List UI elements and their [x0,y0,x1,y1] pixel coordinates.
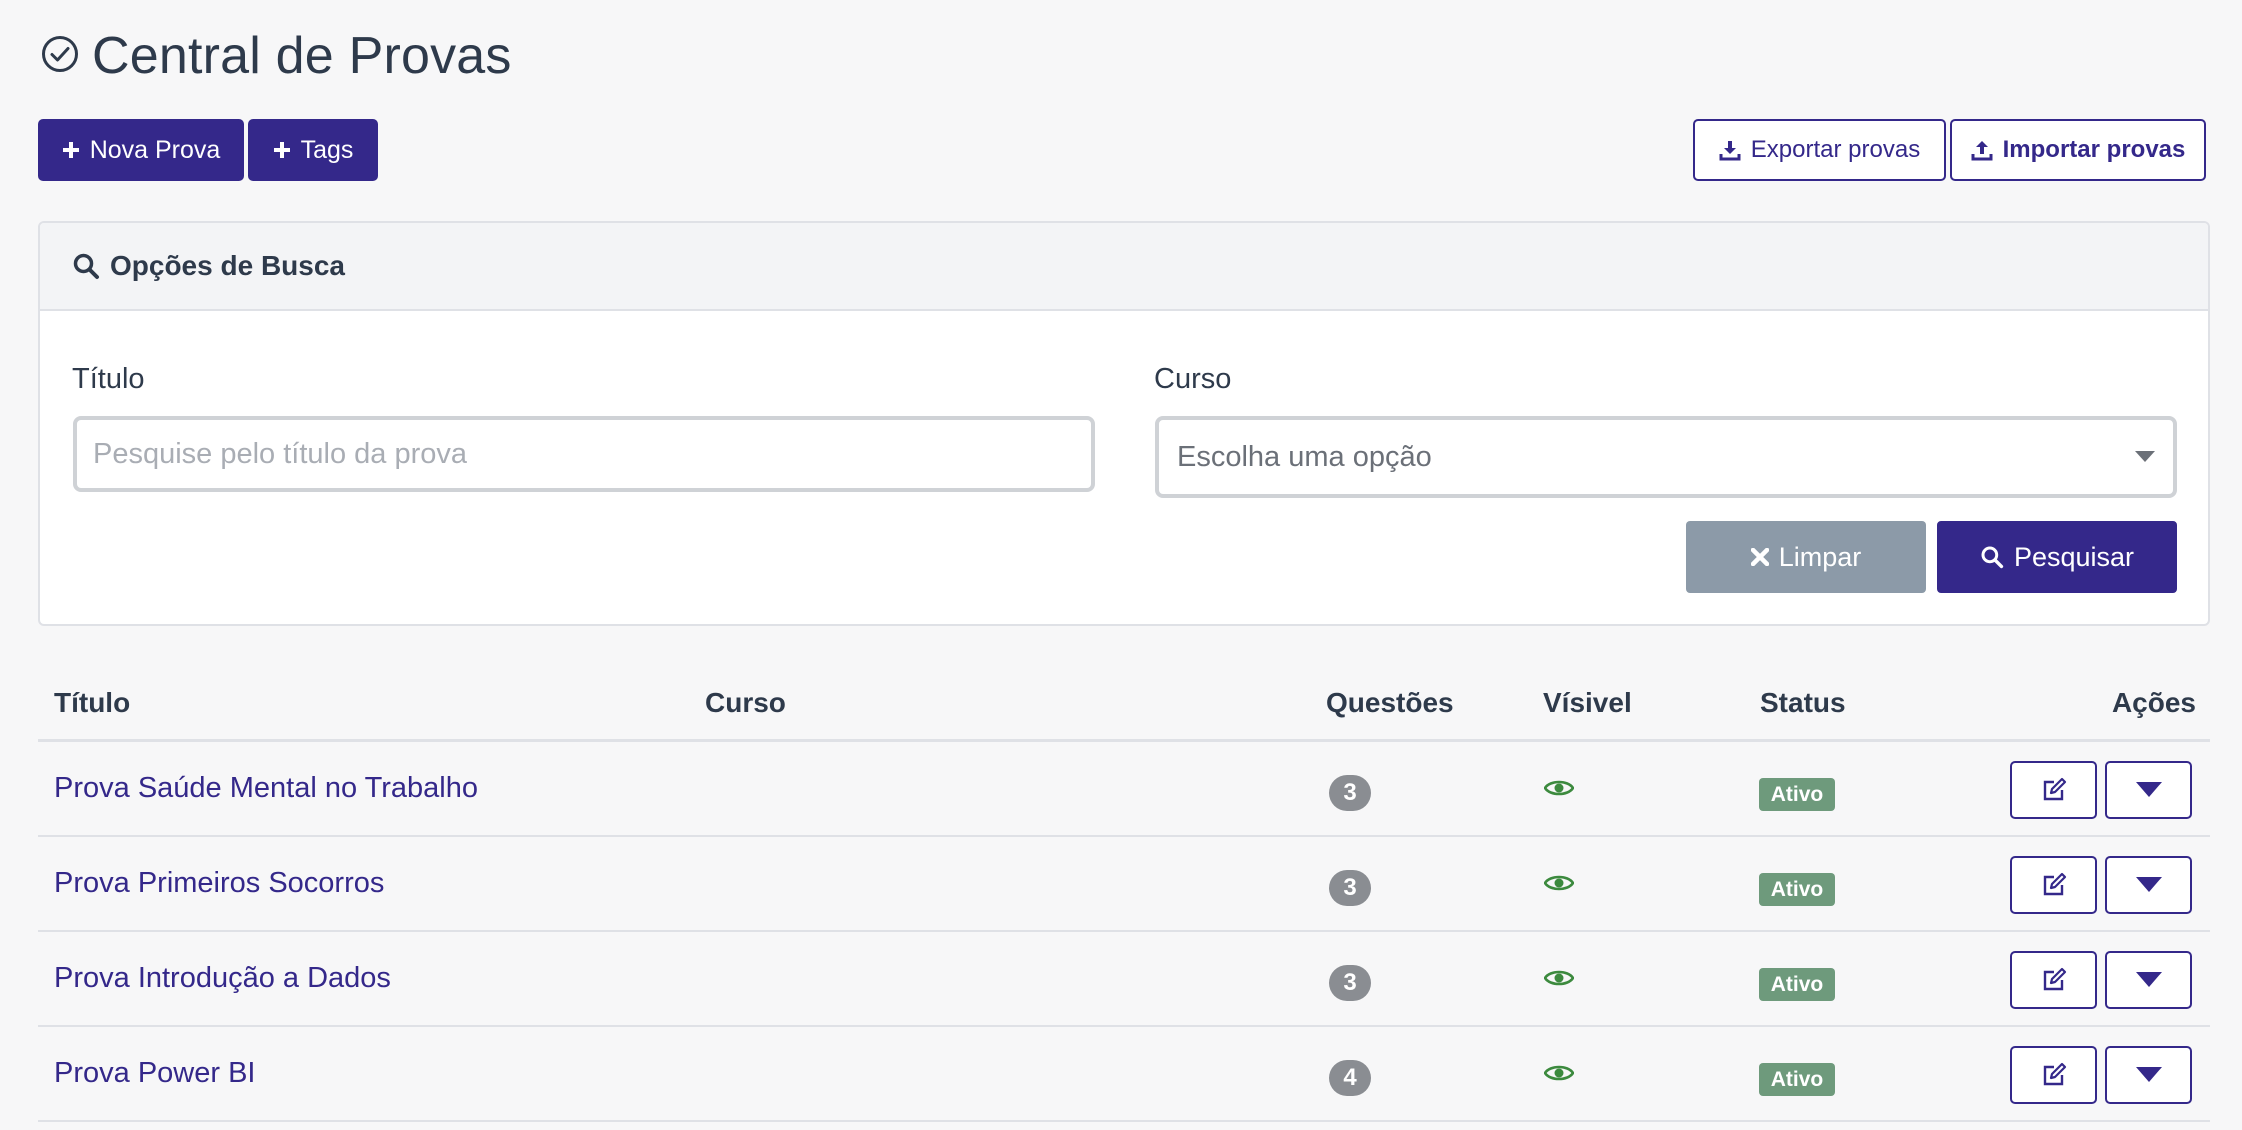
column-header-title: Título [54,687,131,718]
title-field-label: Título [72,363,145,395]
edit-icon [2043,967,2066,991]
column-header-course: Curso [705,687,786,718]
export-exams-button[interactable]: Exportar provas [1693,119,1946,181]
course-select-value: Escolha uma opção [1177,440,1432,473]
import-exams-button[interactable]: Importar provas [1950,119,2206,181]
plus-icon [273,142,290,158]
new-exam-button[interactable]: Nova Prova [38,119,244,181]
exams-table: Título Curso Questões Vísivel Status Açõ… [38,665,2210,1122]
caret-down-icon [2135,1067,2162,1082]
search-icon [1981,546,2004,569]
search-options-card: Opções de Busca Título Curso Escolha uma… [38,221,2210,626]
edit-icon [2043,1062,2066,1086]
search-options-title: Opções de Busca [110,250,345,281]
search-icon [73,253,99,279]
new-exam-label: Nova Prova [89,135,221,164]
eye-icon [1543,778,1575,803]
question-count-badge: 3 [1329,775,1371,811]
table-row: Prova Power BI 4 Ativo [38,1027,2210,1122]
status-badge: Ativo [1759,968,1835,1001]
download-icon [1719,141,1741,161]
search-options-header: Opções de Busca [40,223,2208,311]
title-search-input[interactable] [73,416,1095,492]
actions-dropdown-button[interactable] [2105,951,2192,1009]
actions-dropdown-button[interactable] [2105,856,2192,914]
search-button[interactable]: Pesquisar [1937,521,2177,593]
clear-label: Limpar [1778,541,1862,572]
table-row: Prova Saúde Mental no Trabalho 3 Ativo [38,742,2210,837]
exam-title-link[interactable]: Prova Power BI [54,1027,255,1120]
page-header: Central de Provas [40,26,512,86]
page-title: Central de Provas [92,27,512,85]
edit-button[interactable] [2010,1046,2097,1104]
edit-icon [2043,777,2066,801]
plus-icon [62,142,79,158]
status-badge: Ativo [1759,778,1835,811]
caret-down-icon [2135,877,2162,892]
caret-down-icon [2135,972,2162,987]
column-header-visible: Vísivel [1543,687,1632,718]
search-label: Pesquisar [2013,541,2135,572]
caret-down-icon [2135,451,2155,462]
table-row: Prova Primeiros Socorros 3 Ativo [38,837,2210,932]
exam-title-link[interactable]: Prova Primeiros Socorros [54,837,384,930]
import-label: Importar provas [2002,136,2186,163]
eye-icon [1543,968,1575,993]
column-header-actions: Ações [2111,687,2196,718]
course-select[interactable]: Escolha uma opção [1155,416,2177,498]
edit-button[interactable] [2010,951,2097,1009]
exam-title-link[interactable]: Prova Saúde Mental no Trabalho [54,742,478,835]
exam-title-link[interactable]: Prova Introdução a Dados [54,932,391,1025]
actions-dropdown-button[interactable] [2105,761,2192,819]
question-count-badge: 3 [1329,965,1371,1001]
actions-dropdown-button[interactable] [2105,1046,2192,1104]
export-label: Exportar provas [1750,136,1921,163]
edit-button[interactable] [2010,761,2097,819]
check-circle-icon [40,34,80,79]
eye-icon [1543,873,1575,898]
tags-label: Tags [300,135,354,164]
status-badge: Ativo [1759,1063,1835,1096]
caret-down-icon [2135,782,2162,797]
upload-icon [1971,141,1993,161]
column-header-status: Status [1760,687,1846,718]
eye-icon [1543,1063,1575,1088]
clear-button[interactable]: Limpar [1686,521,1926,593]
column-header-questions: Questões [1326,687,1454,718]
status-badge: Ativo [1759,873,1835,906]
course-field-label: Curso [1154,363,1232,395]
close-icon [1750,548,1769,566]
table-header: Título Curso Questões Vísivel Status Açõ… [38,665,2210,742]
page: Central de Provas Nova Prova Tags Export… [0,0,2242,1130]
question-count-badge: 3 [1329,870,1371,906]
edit-button[interactable] [2010,856,2097,914]
question-count-badge: 4 [1329,1060,1371,1096]
tags-button[interactable]: Tags [248,119,378,181]
edit-icon [2043,872,2066,896]
table-row: Prova Introdução a Dados 3 Ativo [38,932,2210,1027]
